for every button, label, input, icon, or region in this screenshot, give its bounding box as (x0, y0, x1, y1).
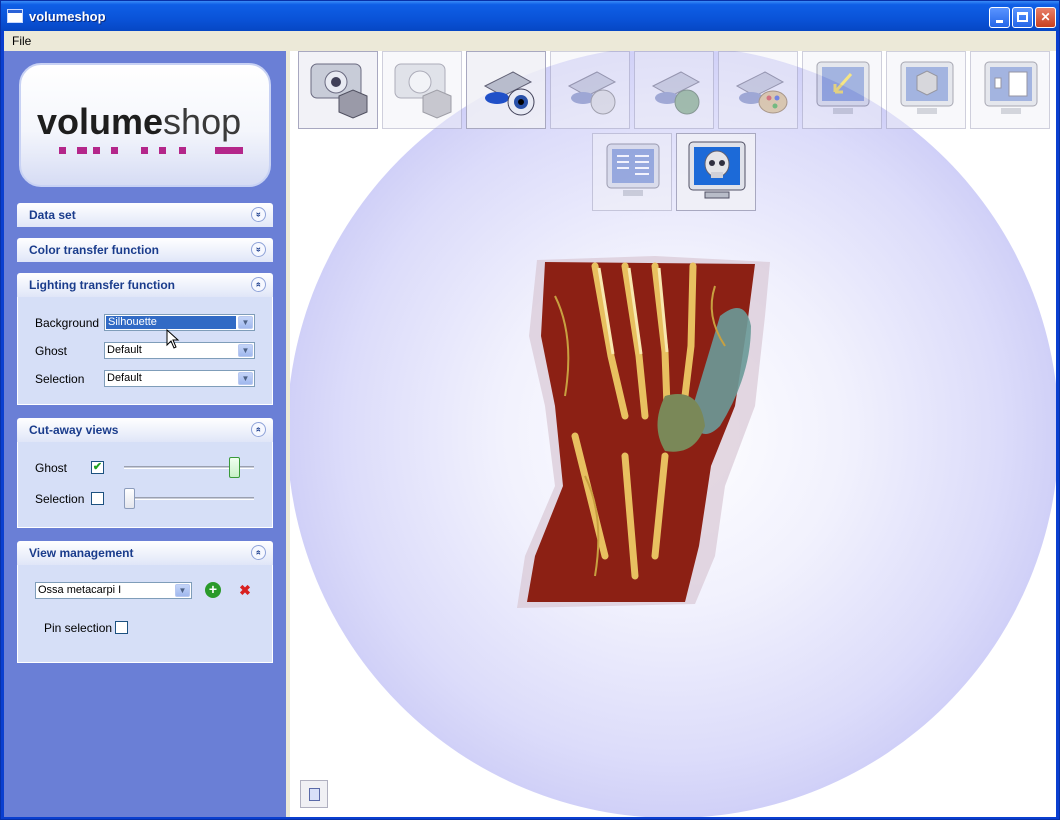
projector-skull-icon[interactable] (550, 51, 630, 129)
cutaway-selection-label: Selection (35, 492, 85, 506)
delete-view-icon[interactable]: ✖ (237, 582, 253, 598)
lighting-tf-body: Background Silhouette ▼ Ghost Default ▼ … (17, 297, 273, 405)
cutaway-selection-slider-track[interactable] (124, 497, 254, 500)
logo-word-shop: shop (163, 101, 242, 142)
view-select[interactable]: Ossa metacarpi I ▼ (35, 582, 192, 599)
ghost-label: Ghost (35, 344, 68, 358)
background-select-value: Silhouette (106, 316, 236, 329)
collapse-chevron-icon[interactable]: « (251, 277, 266, 292)
projector-green-skull-icon[interactable] (634, 51, 714, 129)
dropdown-arrow-icon[interactable]: ▼ (238, 372, 253, 385)
panel-lighting-transfer-function[interactable]: Lighting transfer function « (17, 273, 273, 297)
panel-data-set-title: Data set (29, 208, 76, 222)
monitor-skull-icon[interactable] (676, 133, 756, 211)
render-viewport[interactable] (290, 51, 1056, 817)
view-select-value: Ossa metacarpi I (38, 584, 122, 596)
cutaway-ghost-checkbox[interactable]: ✔ (91, 461, 104, 474)
logo-word-volume: volume (37, 101, 164, 142)
dropdown-arrow-icon[interactable]: ▼ (238, 344, 253, 357)
panel-view-management[interactable]: View management « (17, 541, 273, 565)
maximize-button[interactable] (1012, 7, 1033, 28)
collapse-chevron-icon[interactable]: « (251, 545, 266, 560)
ghost-select-value: Default (107, 344, 142, 356)
logo-dots (59, 147, 259, 154)
sidebar: volumeshop Data set » Color transfer fun… (4, 51, 286, 817)
save-image-icon (309, 788, 320, 801)
monitor-layout-icon[interactable] (970, 51, 1050, 129)
maximize-icon (1017, 12, 1028, 22)
panel-cutaway-title: Cut-away views (29, 423, 119, 437)
menu-bar: File (4, 31, 1056, 51)
cutaway-body: Ghost ✔ Selection (17, 442, 273, 528)
minimize-icon (996, 20, 1003, 23)
close-button[interactable]: ✕ (1035, 7, 1056, 28)
pin-selection-label: Pin selection (44, 621, 113, 635)
camera-cube-grey-icon[interactable] (382, 51, 462, 129)
panel-color-tf-title: Color transfer function (29, 243, 160, 257)
background-label: Background (35, 316, 100, 330)
mouse-cursor-icon (166, 329, 180, 349)
menu-file[interactable]: File (12, 34, 31, 48)
view-mgmt-body: Ossa metacarpi I ▼ + ✖ Pin selection (17, 565, 273, 663)
panel-lighting-tf-title: Lighting transfer function (29, 278, 175, 292)
projector-palette-icon[interactable] (718, 51, 798, 129)
minimize-button[interactable] (989, 7, 1010, 28)
app-window: volumeshop ✕ File volumeshop Data set » … (0, 0, 1060, 820)
panel-view-mgmt-title: View management (29, 546, 134, 560)
camera-cube-icon[interactable] (298, 51, 378, 129)
volume-rendered-hand-image (517, 256, 770, 608)
panel-cut-away-views[interactable]: Cut-away views « (17, 418, 273, 442)
title-bar[interactable]: volumeshop ✕ (1, 1, 1059, 31)
close-icon: ✕ (1040, 10, 1051, 24)
dropdown-arrow-icon[interactable]: ▼ (175, 584, 190, 597)
pin-selection-checkbox[interactable] (115, 621, 128, 634)
window-title: volumeshop (29, 9, 106, 24)
snapshot-button[interactable] (300, 780, 328, 808)
projector-eye-icon[interactable] (466, 51, 546, 129)
collapse-chevron-icon[interactable]: « (251, 422, 266, 437)
selection-select-value: Default (107, 372, 142, 384)
selection-select[interactable]: Default ▼ (104, 370, 255, 387)
monitor-cube-icon[interactable] (886, 51, 966, 129)
volumeshop-logo: volumeshop (19, 63, 271, 187)
panel-data-set[interactable]: Data set » (17, 203, 273, 227)
dropdown-arrow-icon[interactable]: ▼ (238, 316, 253, 329)
selection-label: Selection (35, 372, 85, 386)
app-icon (7, 9, 23, 23)
cutaway-selection-slider-thumb[interactable] (124, 488, 135, 509)
add-view-icon[interactable]: + (205, 582, 221, 598)
cutaway-ghost-label: Ghost (35, 461, 68, 475)
logo-text: volumeshop (37, 101, 241, 143)
expand-chevron-icon[interactable]: » (251, 207, 266, 222)
monitor-grid-icon[interactable] (592, 133, 672, 211)
cutaway-selection-checkbox[interactable] (91, 492, 104, 505)
expand-chevron-icon[interactable]: » (251, 242, 266, 257)
cutaway-ghost-slider-thumb[interactable] (228, 457, 240, 478)
panel-color-transfer-function[interactable]: Color transfer function » (17, 238, 273, 262)
monitor-arrow-icon[interactable] (802, 51, 882, 129)
